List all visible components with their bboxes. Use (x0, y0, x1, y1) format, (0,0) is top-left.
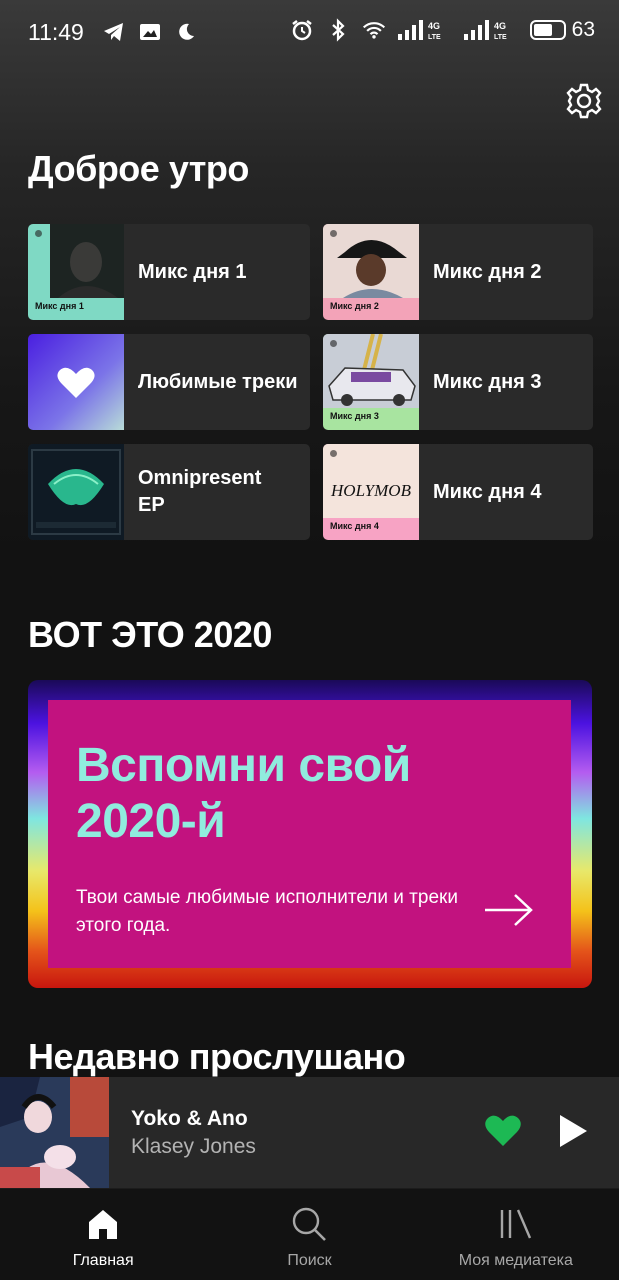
status-time: 11:49 (28, 19, 84, 45)
shortcut-label: Микс дня 4 (433, 480, 542, 503)
home-icon (85, 1206, 121, 1242)
cover-caption: Микс дня 3 (330, 411, 379, 421)
album-cover (28, 444, 124, 540)
wrapped-title: Вспомни свой 2020-й (76, 739, 411, 848)
liked-songs-cover (28, 334, 124, 430)
track-title: Yoko & Ano (131, 1107, 248, 1130)
playlist-cover: HOLYMOB Микс дня 4 (323, 444, 419, 540)
wrapped-description: Твои самые любимые исполнители и треки э… (76, 887, 458, 936)
playlist-cover: Микс дня 3 (323, 334, 419, 430)
battery-icon (529, 20, 566, 40)
section-title-wrapped: ВОТ ЭТО 2020 (28, 614, 272, 655)
wrapped-card: Вспомни свой 2020-й Твои самые любимые и… (48, 700, 571, 968)
bluetooth-icon (326, 18, 350, 42)
shortcut-tile[interactable]: Omnipresent EP (28, 444, 310, 540)
signal-4g-icon: 4G LTE (463, 18, 518, 42)
section-title-recent: Недавно прослушано (28, 1036, 406, 1077)
battery-indicator: 63 (529, 18, 595, 42)
nav-library[interactable]: Моя медиатека (413, 1189, 619, 1280)
track-artist: Klasey Jones (131, 1135, 256, 1158)
shortcut-tile[interactable]: Микс дня 1 Микс дня 1 (28, 224, 310, 320)
telegram-icon (102, 20, 126, 44)
now-playing-bar[interactable]: Yoko & Ano Klasey Jones (0, 1077, 619, 1188)
network-sub: LTE (494, 34, 507, 41)
shortcut-tile[interactable]: Микс дня 2 Микс дня 2 (323, 224, 593, 320)
heart-icon[interactable] (484, 1113, 522, 1147)
wifi-icon (362, 18, 386, 42)
shortcut-label: Микс дня 2 (433, 260, 542, 283)
heart-icon (57, 367, 95, 398)
battery-level: 63 (571, 18, 595, 41)
nav-search[interactable]: Поиск (206, 1189, 412, 1280)
search-icon (291, 1206, 327, 1242)
shortcut-label: Микс дня 1 (138, 260, 247, 283)
alarm-icon (290, 18, 314, 42)
shortcut-tile[interactable]: Микс дня 3 Микс дня 3 (323, 334, 593, 430)
gallery-icon (138, 20, 162, 44)
shortcut-label: Omnipresent EP (138, 467, 262, 516)
cover-caption: Микс дня 4 (330, 521, 379, 531)
shortcut-label: Микс дня 3 (433, 370, 542, 393)
nav-home[interactable]: Главная (0, 1189, 206, 1280)
moon-icon (174, 20, 198, 44)
shortcuts-grid: Микс дня 1 Микс дня 1 Микс дня 2 Микс дн… (28, 224, 593, 540)
wrapped-banner[interactable]: Вспомни свой 2020-й Твои самые любимые и… (28, 680, 592, 988)
cover-art-text: HOLYMOB (330, 481, 412, 500)
signal-4g-icon: 4G LTE (397, 18, 452, 42)
library-icon (498, 1206, 534, 1242)
network-label: 4G (428, 21, 440, 31)
arrow-right-icon[interactable] (483, 892, 535, 928)
network-sub: LTE (428, 34, 441, 41)
shortcut-tile[interactable]: Любимые треки (28, 334, 310, 430)
status-bar: 11:49 4G LTE 4G LTE 63 (0, 0, 619, 66)
nav-label: Главная (72, 1252, 134, 1269)
greeting-title: Доброе утро (28, 148, 249, 189)
cover-caption: Микс дня 1 (35, 301, 84, 311)
nav-label: Моя медиатека (458, 1252, 573, 1269)
network-label: 4G (494, 21, 506, 31)
now-playing-cover (0, 1077, 109, 1188)
playlist-cover: Микс дня 1 (28, 224, 124, 320)
cover-caption: Микс дня 2 (330, 301, 379, 311)
play-icon[interactable] (556, 1113, 590, 1149)
shortcut-tile[interactable]: HOLYMOB Микс дня 4 Микс дня 4 (323, 444, 593, 540)
playlist-cover: Микс дня 2 (323, 224, 419, 320)
nav-label: Поиск (287, 1252, 332, 1269)
shortcut-label: Любимые треки (138, 370, 298, 393)
gear-icon[interactable] (565, 82, 603, 120)
bottom-navigation: Главная Поиск Моя медиатека (0, 1188, 619, 1280)
